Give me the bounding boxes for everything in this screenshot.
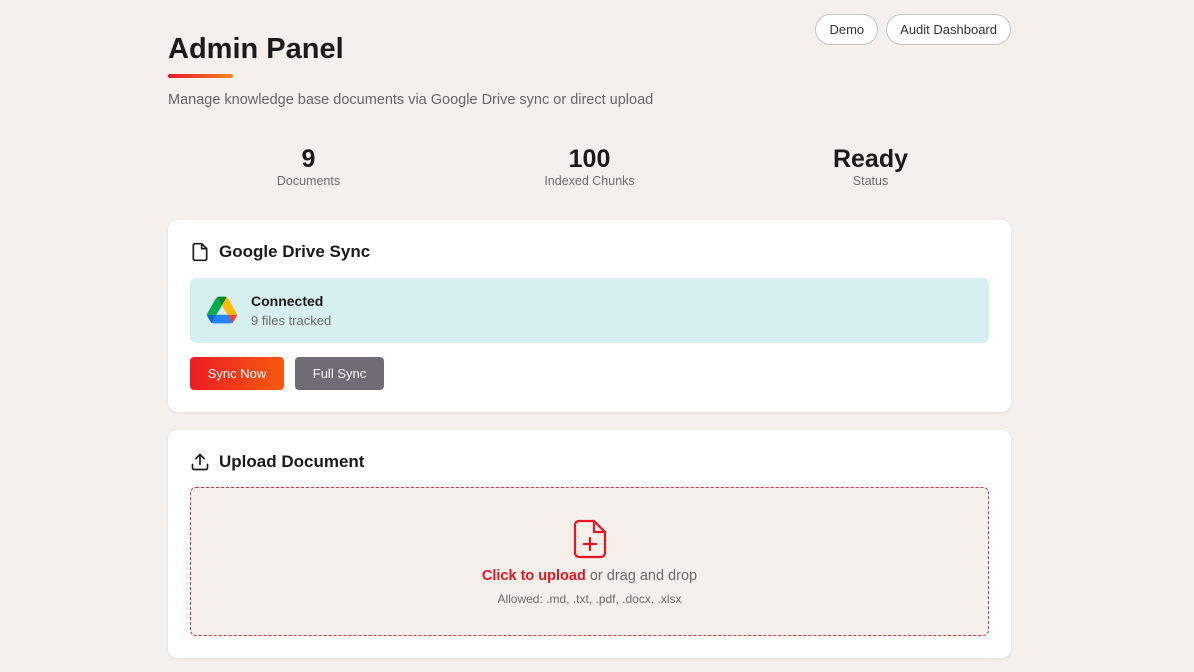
stat-value: 9	[301, 145, 316, 173]
stat-value: 100	[568, 145, 611, 173]
card-header: Google Drive Sync	[190, 242, 370, 262]
stat-documents: 9 Documents	[168, 145, 449, 188]
card-header: Upload Document	[190, 452, 364, 472]
files-tracked-text: 9 files tracked	[251, 313, 332, 328]
top-actions: Demo Audit Dashboard	[815, 14, 1011, 45]
audit-dashboard-button[interactable]: Audit Dashboard	[886, 14, 1011, 45]
page-title: Admin Panel	[168, 33, 344, 65]
page-subtitle: Manage knowledge base documents via Goog…	[168, 92, 654, 108]
stat-label: Status	[852, 174, 889, 188]
stat-label: Documents	[276, 174, 341, 188]
allowed-file-types: Allowed: .md, .txt, .pdf, .docx, .xlsx	[497, 592, 682, 606]
stat-value: Ready	[832, 145, 909, 173]
card-title: Google Drive Sync	[219, 242, 371, 261]
stat-status: Ready Status	[730, 145, 1011, 188]
stat-indexed-chunks: 100 Indexed Chunks	[449, 145, 730, 188]
click-to-upload-link[interactable]: Click to upload	[482, 568, 586, 584]
card-title: Upload Document	[219, 452, 365, 471]
google-drive-sync-card: Google Drive Sync Connected 9 files trac…	[168, 220, 1011, 412]
title-underline	[168, 74, 233, 78]
dropzone-text: Click to upload or drag and drop	[191, 568, 988, 584]
stats-row: 9 Documents 100 Indexed Chunks Ready Sta…	[168, 145, 1011, 188]
demo-button[interactable]: Demo	[815, 14, 879, 45]
file-plus-icon	[573, 519, 607, 559]
full-sync-button[interactable]: Full Sync	[295, 357, 384, 390]
stat-label: Indexed Chunks	[544, 174, 635, 188]
connection-status-box: Connected 9 files tracked	[190, 278, 989, 343]
drag-drop-text: or drag and drop	[585, 568, 698, 584]
upload-document-card: Upload Document Click to upload or drag …	[168, 430, 1011, 658]
upload-icon	[190, 452, 210, 472]
connection-status-title: Connected	[251, 293, 324, 309]
upload-dropzone[interactable]: Click to upload or drag and drop Allowed…	[190, 487, 989, 636]
file-icon	[190, 242, 210, 262]
google-drive-icon	[207, 296, 237, 324]
sync-now-button[interactable]: Sync Now	[190, 357, 284, 390]
